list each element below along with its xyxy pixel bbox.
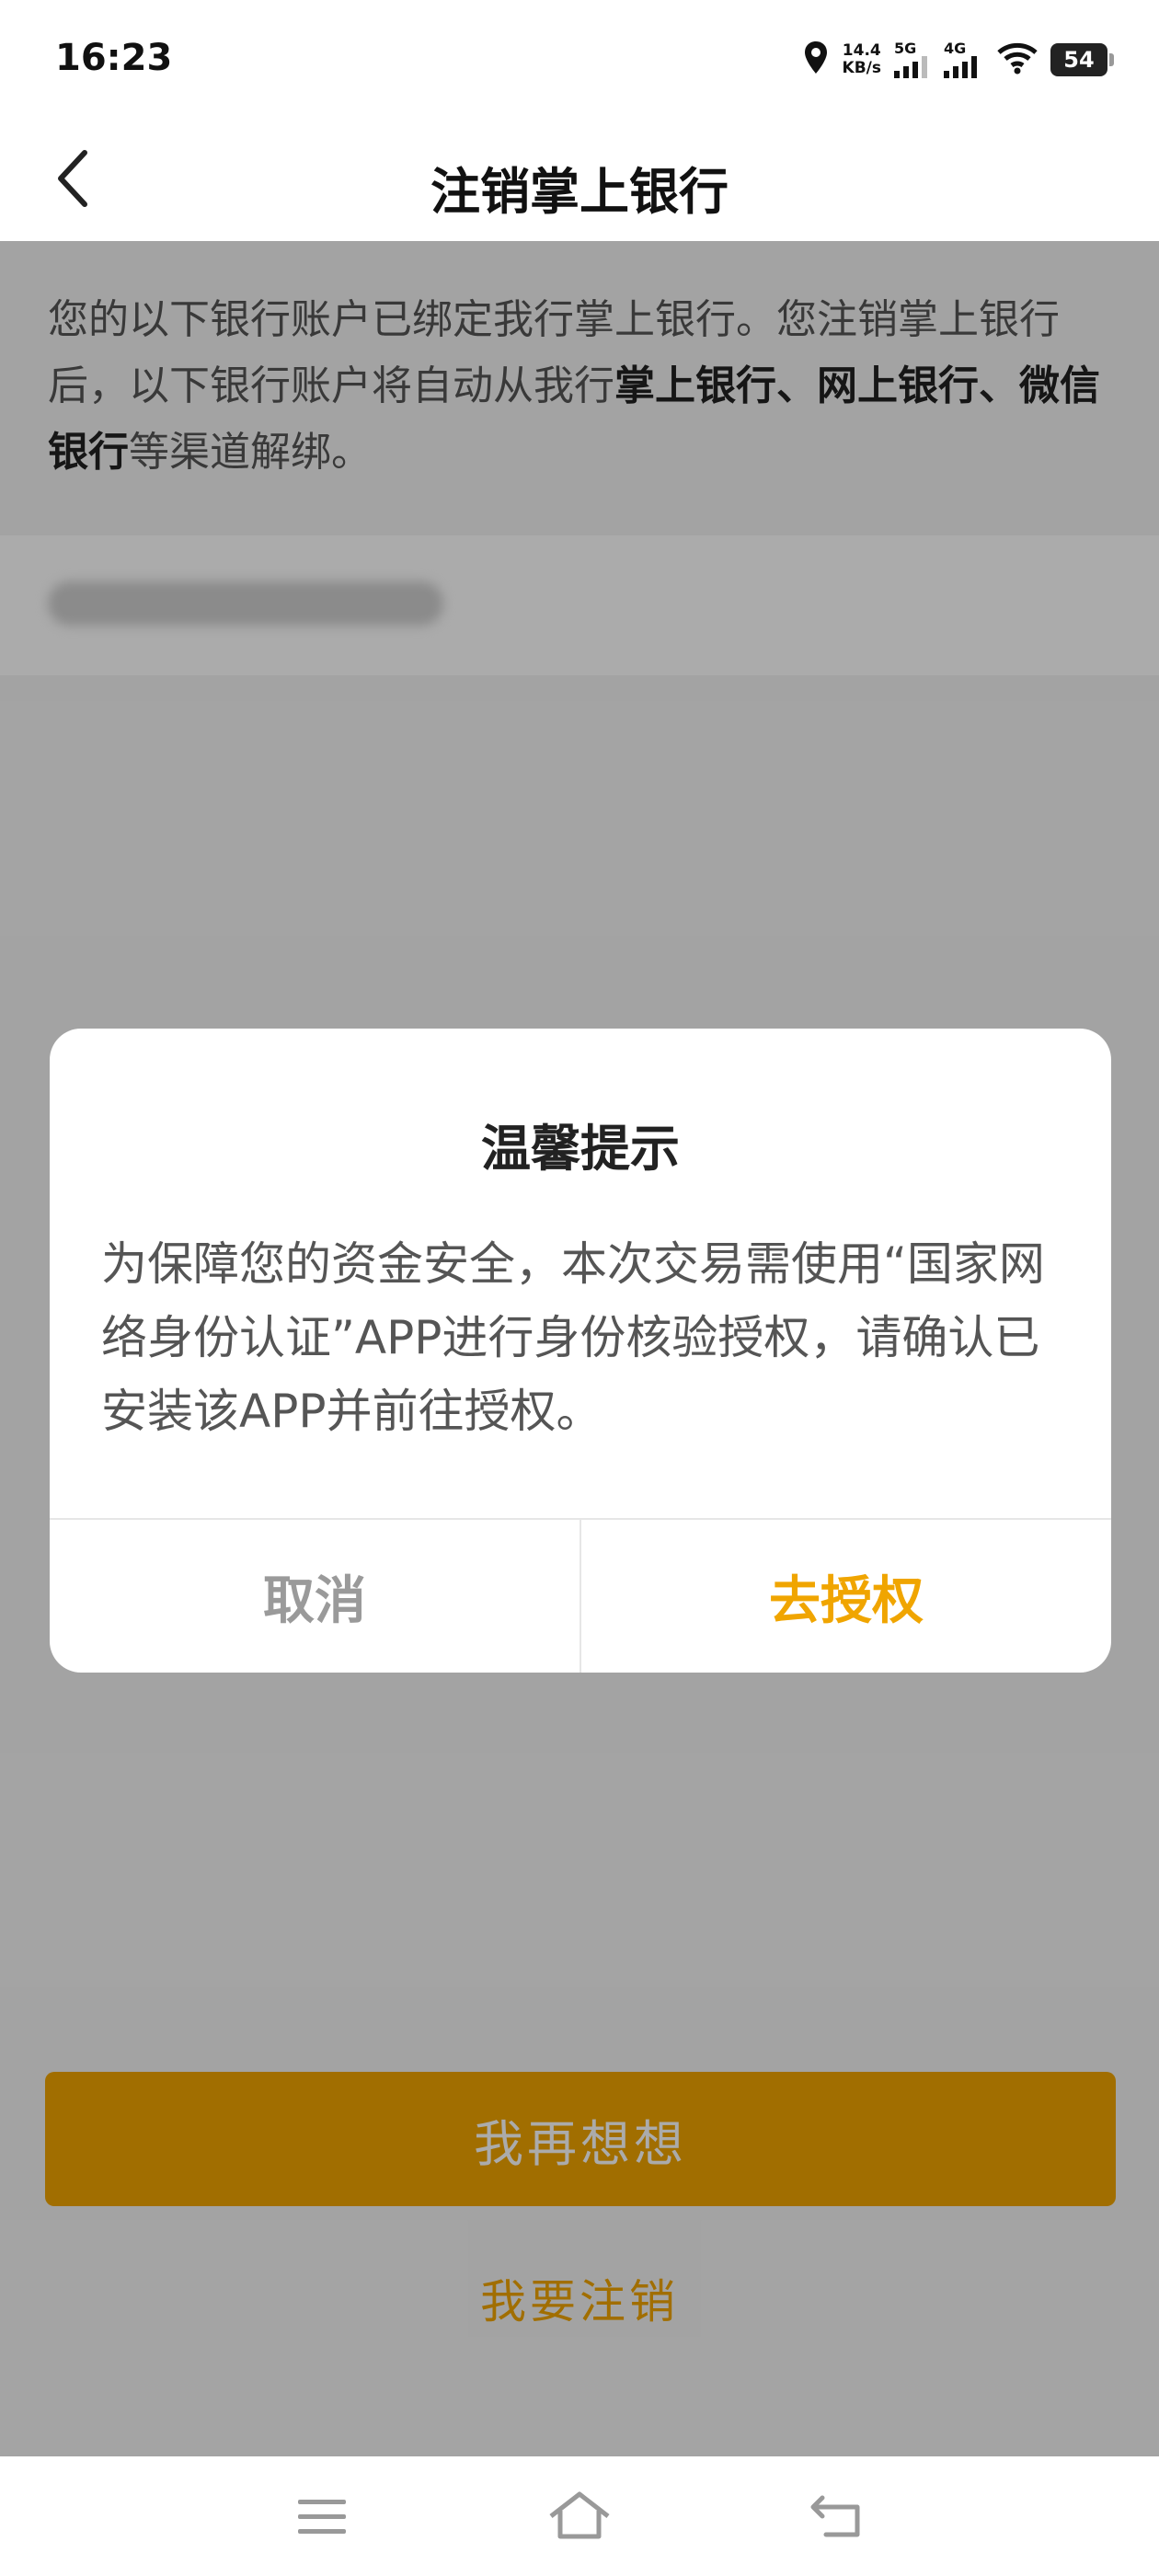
dialog-cancel-button[interactable]: 取消	[50, 1520, 580, 1673]
tip-dialog: 温馨提示 为保障您的资金安全，本次交易需使用“国家网络身份认证”APP进行身份核…	[50, 1029, 1111, 1673]
system-nav-bar	[0, 2456, 1159, 2576]
wifi-icon	[997, 41, 1038, 78]
menu-icon	[298, 2500, 346, 2534]
network-speed-value: 14.4	[842, 41, 881, 60]
network-speed-unit: KB/s	[842, 59, 881, 77]
battery-level: 54	[1063, 47, 1095, 73]
status-time: 16:23	[55, 37, 173, 79]
recent-apps-button[interactable]	[285, 2484, 359, 2548]
sim2-label: 4G	[944, 40, 967, 57]
back-nav-button[interactable]	[800, 2484, 874, 2548]
network-speed: 14.4 KB/s	[843, 42, 881, 77]
sim1-label: 5G	[894, 40, 917, 57]
page-title: 注销掌上银行	[430, 163, 729, 221]
signal-bars-icon	[944, 56, 977, 78]
home-icon	[549, 2491, 610, 2539]
sim1-signal: 5G	[894, 41, 931, 78]
battery-icon: 54	[1050, 43, 1114, 76]
dialog-title: 温馨提示	[481, 1120, 680, 1178]
dialog-message: 为保障您的资金安全，本次交易需使用“国家网络身份认证”APP进行身份核验授权，请…	[101, 1237, 1045, 1438]
nav-header: 注销掌上银行	[0, 120, 1159, 241]
back-arrow-icon	[810, 2495, 860, 2537]
status-bar: 16:23 14.4 KB/s 5G 4G 54	[0, 0, 1159, 120]
status-icons: 14.4 KB/s 5G 4G 54	[802, 37, 1114, 83]
dialog-authorize-button[interactable]: 去授权	[581, 1520, 1111, 1673]
sim2-signal: 4G	[944, 41, 984, 78]
home-button[interactable]	[543, 2484, 616, 2548]
location-icon	[802, 40, 830, 80]
signal-bars-icon	[894, 56, 927, 78]
